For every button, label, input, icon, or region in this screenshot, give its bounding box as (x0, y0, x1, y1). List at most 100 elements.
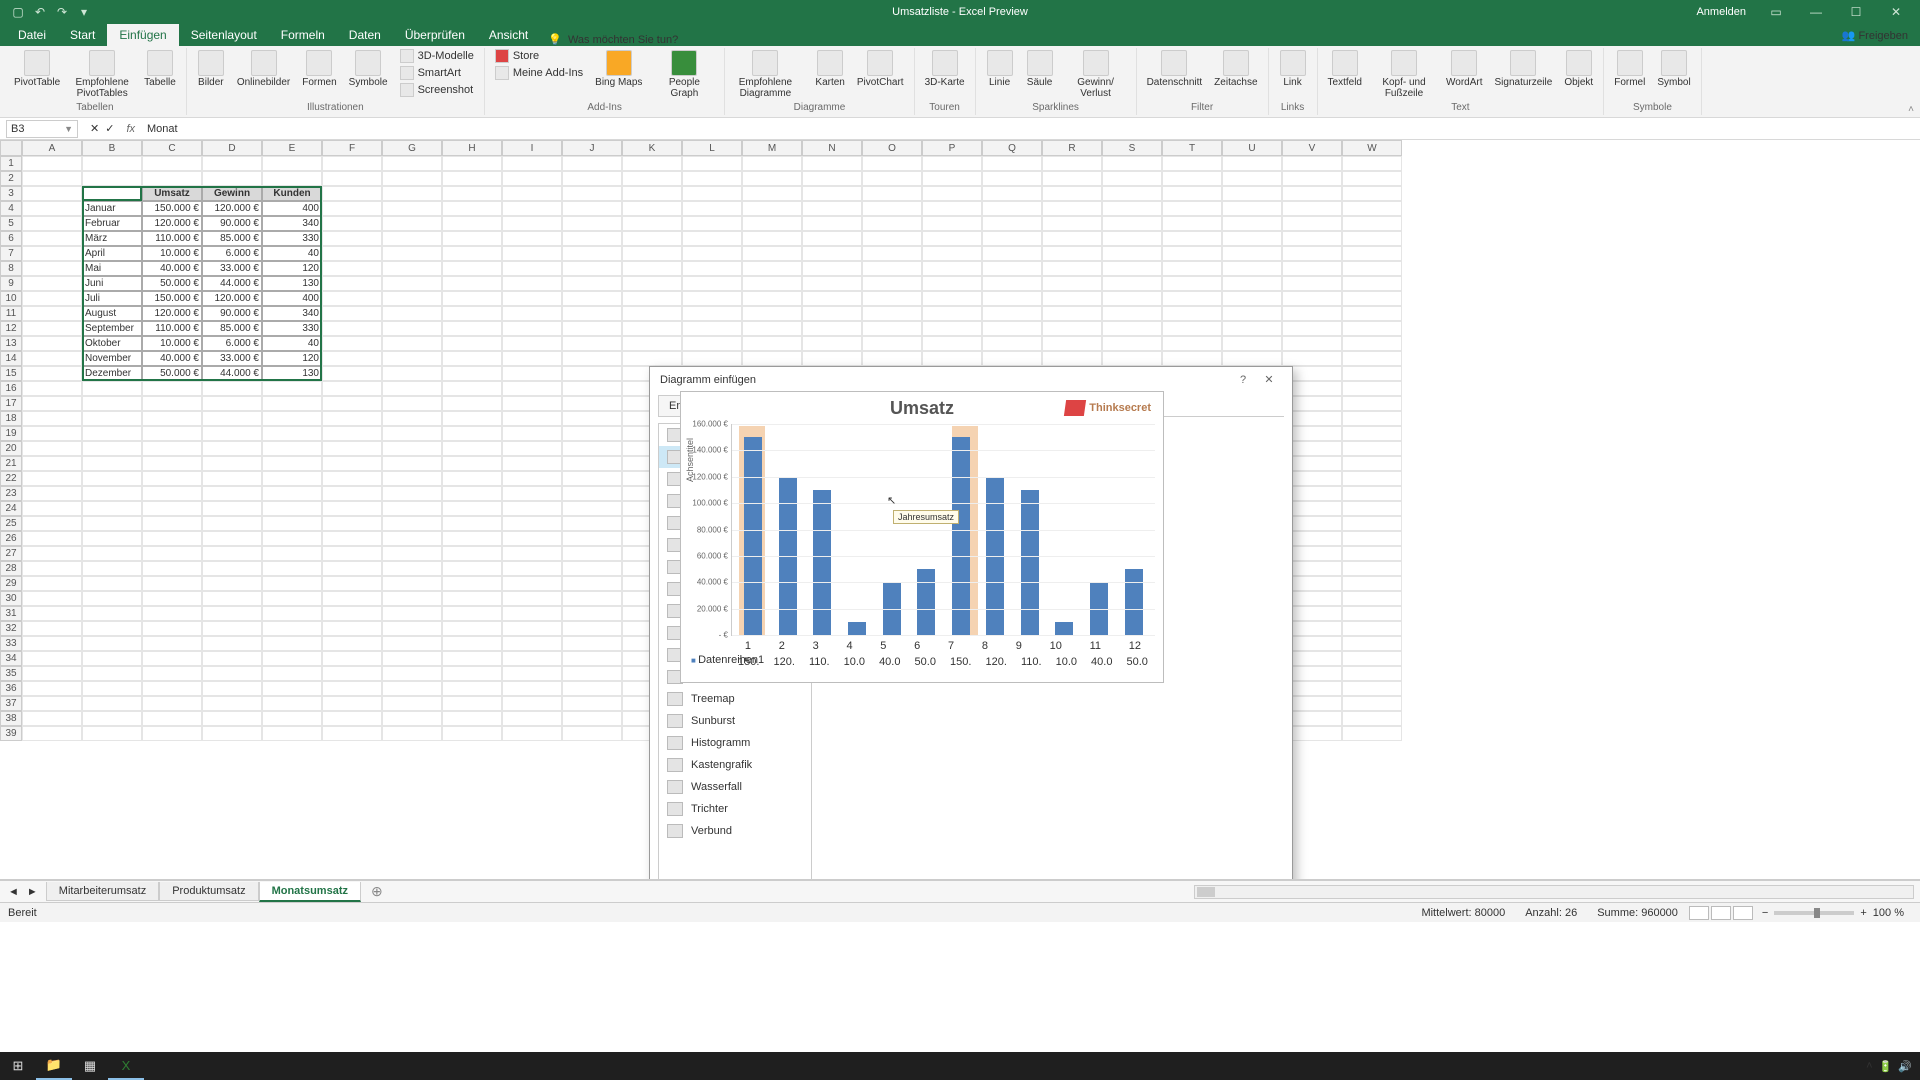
cell[interactable] (382, 171, 442, 186)
cell[interactable] (322, 726, 382, 741)
cell[interactable] (1222, 201, 1282, 216)
cell[interactable] (562, 531, 622, 546)
cell[interactable] (502, 261, 562, 276)
cell[interactable] (502, 291, 562, 306)
cell[interactable] (1342, 261, 1402, 276)
cell[interactable] (1222, 186, 1282, 201)
cell[interactable] (322, 651, 382, 666)
cell[interactable] (1342, 231, 1402, 246)
cell[interactable] (262, 576, 322, 591)
cell[interactable]: 330 (262, 321, 322, 336)
cell[interactable] (1222, 216, 1282, 231)
cell[interactable] (22, 486, 82, 501)
cell[interactable] (1342, 396, 1402, 411)
cell[interactable] (82, 516, 142, 531)
cell[interactable] (802, 201, 862, 216)
cell[interactable] (142, 471, 202, 486)
cell[interactable] (1342, 486, 1402, 501)
redo-icon[interactable]: ↷ (52, 2, 72, 22)
cell[interactable] (562, 441, 622, 456)
cell[interactable] (1342, 561, 1402, 576)
cell[interactable]: 120.000 € (202, 201, 262, 216)
col-header[interactable]: P (922, 140, 982, 156)
cell[interactable] (442, 606, 502, 621)
cell[interactable]: Monat (82, 186, 142, 201)
cell[interactable] (1222, 261, 1282, 276)
chart-preview[interactable]: Umsatz Thinksecret Achsentitel - €20.000… (680, 391, 1164, 683)
cell[interactable] (1282, 336, 1342, 351)
row-header[interactable]: 33 (0, 636, 22, 651)
cell[interactable]: Oktober (82, 336, 142, 351)
cell[interactable] (82, 666, 142, 681)
cell[interactable]: 150.000 € (142, 291, 202, 306)
cell[interactable] (442, 726, 502, 741)
3d-map-button[interactable]: 3D-Karte (921, 48, 969, 91)
tab-ansicht[interactable]: Ansicht (477, 24, 540, 46)
cell[interactable] (1222, 276, 1282, 291)
row-header[interactable]: 35 (0, 666, 22, 681)
cell[interactable] (82, 531, 142, 546)
cell[interactable] (1102, 171, 1162, 186)
cell[interactable] (382, 606, 442, 621)
cell[interactable] (142, 621, 202, 636)
cell[interactable] (82, 486, 142, 501)
cell[interactable] (502, 396, 562, 411)
cell[interactable] (562, 231, 622, 246)
cell[interactable] (562, 546, 622, 561)
cell[interactable] (22, 246, 82, 261)
cell[interactable] (322, 156, 382, 171)
cell[interactable] (1282, 201, 1342, 216)
cell[interactable] (1342, 216, 1402, 231)
cell[interactable] (142, 501, 202, 516)
select-all-corner[interactable] (0, 140, 22, 156)
cell[interactable] (322, 201, 382, 216)
cell[interactable] (322, 186, 382, 201)
row-header[interactable]: 32 (0, 621, 22, 636)
cell[interactable] (922, 291, 982, 306)
cell[interactable] (1342, 546, 1402, 561)
cell[interactable] (802, 306, 862, 321)
cell[interactable] (262, 516, 322, 531)
cell[interactable] (262, 606, 322, 621)
cell[interactable] (202, 381, 262, 396)
cell[interactable] (322, 606, 382, 621)
cell[interactable] (622, 186, 682, 201)
cell[interactable]: 110.000 € (142, 231, 202, 246)
cell[interactable] (22, 381, 82, 396)
cell[interactable] (1042, 336, 1102, 351)
cell[interactable] (22, 636, 82, 651)
cell[interactable] (862, 246, 922, 261)
cell[interactable] (322, 471, 382, 486)
cell[interactable] (442, 681, 502, 696)
chart-type-treemap[interactable]: Treemap (659, 688, 811, 710)
cell[interactable] (562, 366, 622, 381)
cell[interactable] (742, 216, 802, 231)
row-header[interactable]: 20 (0, 441, 22, 456)
cell[interactable] (442, 531, 502, 546)
cell[interactable] (922, 231, 982, 246)
cell[interactable] (1342, 576, 1402, 591)
cell[interactable] (382, 186, 442, 201)
row-header[interactable]: 12 (0, 321, 22, 336)
cell[interactable] (502, 231, 562, 246)
cell[interactable] (862, 186, 922, 201)
cell[interactable] (1162, 291, 1222, 306)
cell[interactable] (922, 351, 982, 366)
cell[interactable] (562, 156, 622, 171)
cell[interactable] (1102, 261, 1162, 276)
cell[interactable]: Februar (82, 216, 142, 231)
cell[interactable] (502, 726, 562, 741)
col-header[interactable]: Q (982, 140, 1042, 156)
cell[interactable] (982, 261, 1042, 276)
cell[interactable] (1222, 231, 1282, 246)
cell[interactable] (262, 546, 322, 561)
screenshot-button[interactable]: Screenshot (396, 82, 478, 98)
tab-ueberpruefen[interactable]: Überprüfen (393, 24, 477, 46)
cell[interactable] (982, 291, 1042, 306)
taskbar-excel-icon[interactable]: X (108, 1052, 144, 1080)
cell[interactable]: 330 (262, 231, 322, 246)
col-header[interactable]: D (202, 140, 262, 156)
cell[interactable] (1342, 726, 1402, 741)
my-addins-button[interactable]: Meine Add-Ins (491, 65, 587, 81)
cell[interactable] (262, 561, 322, 576)
